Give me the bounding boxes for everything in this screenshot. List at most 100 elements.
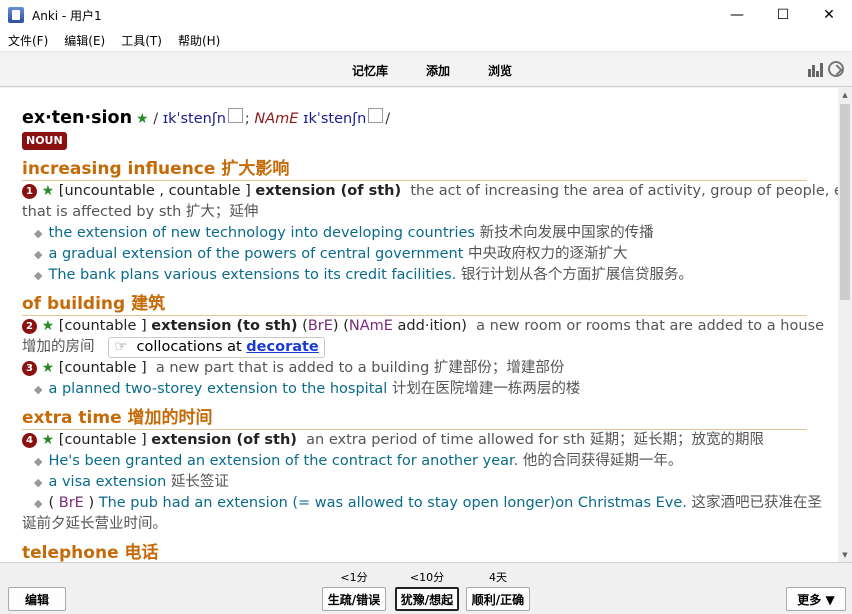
sense-heading: telephone 电话 bbox=[22, 542, 807, 562]
sense-term: extension (of sth) bbox=[151, 432, 297, 448]
example-zh: 他的合同获得延期一年。 bbox=[522, 453, 683, 469]
sense-definition: 1 ★ [uncountable , countable ] extension… bbox=[22, 181, 838, 202]
close-button[interactable]: ✕ bbox=[806, 0, 852, 30]
definition-continued: 增加的房间 ☞ collocations at decorate bbox=[22, 337, 807, 358]
toolbar-add-link[interactable]: 添加 bbox=[426, 62, 450, 79]
minimize-button[interactable]: — bbox=[714, 0, 760, 30]
audio-placeholder-box[interactable] bbox=[368, 108, 384, 123]
sense-number: 2 bbox=[22, 319, 37, 334]
menu-help[interactable]: 帮助(H) bbox=[170, 32, 228, 49]
sense-number: 3 bbox=[22, 361, 37, 376]
example: ◆ The bank plans various extensions to it… bbox=[34, 267, 693, 283]
menu-bar: 文件(F) 编辑(E) 工具(T) 帮助(H) bbox=[0, 30, 852, 52]
example-zh-continued: 诞前夕延长营业时间。 bbox=[22, 516, 167, 532]
name-label: NAmE bbox=[348, 318, 393, 334]
dictionary-entry: ex·ten·sion ★ / ɪkˈstenʃn ; NAmE ɪkˈsten… bbox=[22, 108, 838, 562]
definition-zh: 增加的房间 bbox=[22, 339, 95, 355]
example-en: The bank plans various extensions to its… bbox=[48, 267, 457, 283]
audio-placeholder-box[interactable] bbox=[227, 108, 243, 123]
star-icon: ★ bbox=[41, 183, 55, 199]
example-zh: 延长签证 bbox=[170, 474, 229, 490]
interval-label: <10分 bbox=[409, 571, 445, 584]
sense-term: extension (to sth) bbox=[151, 318, 298, 334]
maximize-button[interactable]: ☐ bbox=[760, 0, 806, 30]
name-label: NAmE bbox=[254, 111, 299, 127]
menu-edit[interactable]: 编辑(E) bbox=[56, 32, 113, 49]
toolbar-browse-link[interactable]: 浏览 bbox=[488, 62, 512, 79]
definition-text: the act of increasing the area of activi… bbox=[410, 183, 838, 199]
toolbar-decks-link[interactable]: 记忆库 bbox=[352, 62, 388, 79]
more-button[interactable]: 更多 ▼ bbox=[786, 587, 846, 611]
example-zh: 新技术向发展中国家的传播 bbox=[479, 225, 654, 241]
example-zh: 中央政府权力的逐渐扩大 bbox=[468, 246, 628, 262]
card-reviewer: ex·ten·sion ★ / ɪkˈstenʃn ; NAmE ɪkˈsten… bbox=[0, 88, 838, 562]
part-of-speech-badge: NOUN bbox=[22, 132, 67, 150]
pronunciation-us: ɪkˈstenʃn bbox=[303, 111, 367, 127]
definition-zh: 延期；延长期；放宽的期限 bbox=[589, 432, 764, 448]
main-toolbar: 记忆库 添加 浏览 bbox=[0, 53, 852, 87]
pronunciation-uk: ɪkˈstenʃn bbox=[162, 111, 226, 127]
sense-number: 4 bbox=[22, 433, 37, 448]
menu-tools[interactable]: 工具(T) bbox=[113, 32, 170, 49]
star-icon: ★ bbox=[41, 360, 55, 376]
sense-definition: 2 ★ [countable ] extension (to sth) (BrE… bbox=[22, 316, 824, 337]
bre-label: BrE bbox=[58, 495, 84, 511]
collocations-link[interactable]: decorate bbox=[246, 339, 318, 355]
window-controls: — ☐ ✕ bbox=[714, 0, 852, 30]
answer-again-button[interactable]: 生疏/错误 bbox=[322, 587, 386, 611]
sync-icon[interactable] bbox=[828, 61, 844, 77]
scroll-up-arrow-icon[interactable]: ▲ bbox=[838, 88, 852, 102]
collocations-box: ☞ collocations at decorate bbox=[108, 337, 325, 358]
example: ◆ a gradual extension of the powers of ce… bbox=[34, 246, 628, 262]
answer-easy-button[interactable]: 顺利/正确 bbox=[466, 587, 530, 611]
collocations-text: collocations at bbox=[136, 339, 242, 355]
example-en: The pub had an extension (= was allowed … bbox=[98, 495, 687, 511]
stats-icon[interactable] bbox=[808, 61, 824, 77]
slash: / bbox=[385, 111, 391, 127]
definition-continued: that is affected by sth 扩大；延伸 bbox=[22, 204, 259, 220]
sense-heading: increasing influence 扩大影响 bbox=[22, 158, 807, 181]
example: ◆ the extension of new technology into de… bbox=[34, 225, 654, 241]
example: ◆ He's been granted an extension of the c… bbox=[34, 453, 683, 469]
example: ◆( BrE ) The pub had an extension (= was… bbox=[34, 495, 822, 511]
vertical-scrollbar[interactable]: ▲ ▼ bbox=[838, 88, 852, 562]
sense-term: extension (of sth) bbox=[255, 183, 402, 199]
title-bar: Anki - 用户1 — ☐ ✕ bbox=[0, 0, 852, 30]
sense-definition: 3 ★ [countable ] a new part that is adde… bbox=[22, 358, 807, 379]
edit-button[interactable]: 编辑 bbox=[8, 587, 66, 611]
interval-label: <1分 bbox=[340, 571, 368, 584]
pointing-hand-icon: ☞ bbox=[114, 339, 128, 355]
example: ◆ a planned two-storey extension to the h… bbox=[34, 381, 581, 397]
answer-good-button[interactable]: 犹豫/想起 bbox=[395, 587, 459, 611]
bre-label: BrE bbox=[307, 318, 333, 334]
headword-line: ex·ten·sion ★ / ɪkˈstenʃn ; NAmE ɪkˈsten… bbox=[22, 108, 807, 130]
interval-label: 4天 bbox=[489, 571, 507, 584]
grammar-label: [countable ] bbox=[58, 318, 147, 334]
definition-text: a new room or rooms that are added to a … bbox=[476, 318, 824, 334]
star-icon: ★ bbox=[41, 318, 55, 334]
example-en: a planned two-storey extension to the ho… bbox=[48, 381, 388, 397]
definition-zh: 扩建部份；增建部份 bbox=[433, 360, 565, 376]
example-en: a visa extension bbox=[48, 474, 167, 490]
headword: ex·ten·sion bbox=[22, 108, 133, 128]
example-en: He's been granted an extension of the co… bbox=[48, 453, 519, 469]
sense-number: 1 bbox=[22, 184, 37, 199]
grammar-label: [uncountable , countable ] bbox=[58, 183, 251, 199]
example-zh: 计划在医院增建一栋两层的楼 bbox=[391, 381, 581, 397]
star-icon: ★ bbox=[41, 432, 55, 448]
grammar-label: [countable ] bbox=[58, 432, 147, 448]
scrollbar-thumb[interactable] bbox=[840, 104, 850, 300]
scroll-down-arrow-icon[interactable]: ▼ bbox=[838, 548, 852, 562]
definition-text: an extra period of time allowed for sth bbox=[306, 432, 586, 448]
sense-definition: 4 ★ [countable ] extension (of sth) an e… bbox=[22, 430, 807, 451]
example: ◆ a visa extension 延长签证 bbox=[34, 474, 229, 490]
menu-file[interactable]: 文件(F) bbox=[0, 32, 56, 49]
star-icon: ★ bbox=[136, 111, 149, 127]
anki-app-icon bbox=[8, 7, 24, 23]
synonym: add·ition bbox=[397, 318, 462, 334]
example-zh: 银行计划从各个方面扩展信贷服务。 bbox=[460, 267, 693, 283]
grammar-label: [countable ] bbox=[58, 360, 147, 376]
example-zh: 这家酒吧已获准在圣 bbox=[691, 495, 822, 511]
sense-heading: extra time 增加的时间 bbox=[22, 407, 807, 430]
answer-bar: 编辑 <1分 生疏/错误 <10分 犹豫/想起 4天 顺利/正确 更多 ▼ bbox=[0, 562, 852, 614]
